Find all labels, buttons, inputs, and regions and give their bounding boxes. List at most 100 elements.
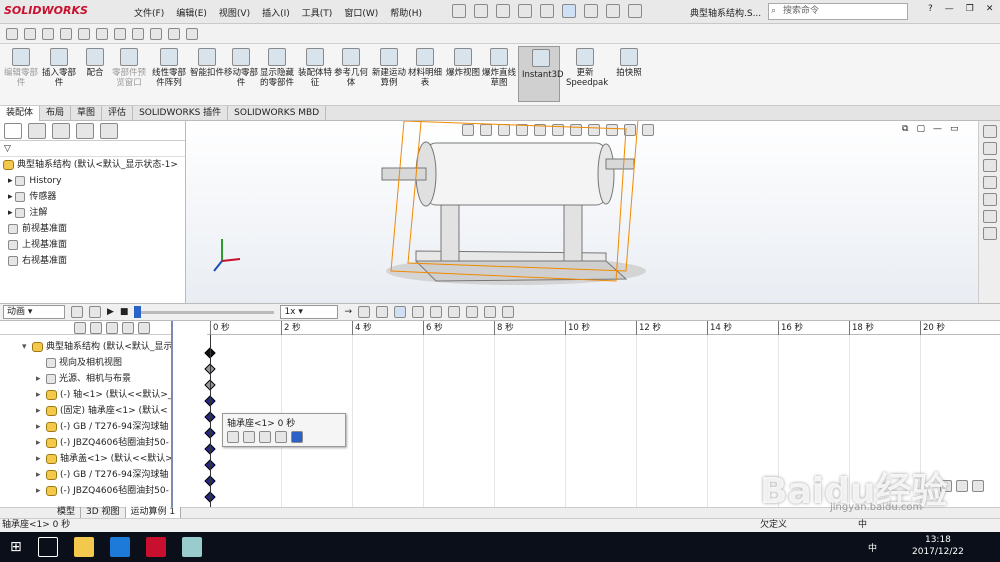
contact-icon[interactable] [465,306,478,318]
motion-tree-row[interactable]: 视向及相机视图 [0,355,171,371]
zoom-out-timeline-icon[interactable] [972,480,984,492]
expand-arrow-icon[interactable]: ▸ [8,208,15,218]
view-icon[interactable] [168,27,180,40]
motion-tree-row[interactable]: ▸ 光源、相机与布景 [0,371,171,387]
slider-thumb[interactable] [134,305,142,318]
settings-icon[interactable] [78,27,90,40]
print-icon[interactable] [518,4,532,18]
minimize-button[interactable]: — [945,4,954,14]
shaded-icon[interactable] [186,27,198,40]
smart-dimension-icon[interactable] [24,27,36,40]
expand-arrow-icon[interactable]: ▸ [36,403,46,419]
add-key-icon[interactable] [411,306,424,318]
menu-item[interactable]: 插入(I) [262,6,290,19]
playback-slider[interactable] [134,305,275,318]
expand-arrow-icon[interactable]: ▸ [8,192,15,202]
file-explorer-icon[interactable] [982,159,997,172]
document-tab[interactable]: 3D 视图 [81,507,126,518]
ribbon-button[interactable]: 参考几何体 [332,48,370,88]
configuration-manager-tab-icon[interactable] [52,122,70,139]
playback-mode-icon[interactable]: → [344,307,352,317]
command-tab[interactable]: 草图 [71,105,103,121]
study-type-select[interactable]: 动画 ▾ [3,305,65,319]
dimxpert-tab-icon[interactable] [76,122,94,139]
autokey-icon[interactable] [393,306,406,318]
view-palette-icon[interactable] [982,176,997,189]
file-explorer-taskbar-icon[interactable] [73,537,94,557]
autofit-icon[interactable] [138,321,150,334]
save-animation-icon[interactable] [357,306,370,318]
help-button[interactable]: ? [928,4,933,14]
save-icon[interactable] [496,4,510,18]
tree-item[interactable]: ▸ 传感器 [0,189,185,205]
motion-tree-row[interactable]: ▸ (-) JBZQ4606毡圈油封50- [0,435,171,451]
status-ime[interactable]: 中 [858,519,867,532]
ribbon-button[interactable]: 插入零部件 [40,48,78,88]
ribbon-button[interactable]: 零部件预览窗口 [110,48,148,88]
study-properties-icon[interactable] [501,306,514,318]
expand-arrow-icon[interactable]: ▾ [22,339,32,355]
expand-arrow-icon[interactable]: ▸ [36,467,46,483]
sketch-icon[interactable] [6,27,18,40]
motion-tree-row[interactable]: ▸ (固定) 轴承座<1> (默认< [0,403,171,419]
time-bar[interactable] [210,335,211,507]
motion-tree-row[interactable]: ▸ 轴承盖<1> (默认<<默认> [0,451,171,467]
3d-model-view[interactable] [186,121,978,303]
tree-item[interactable]: ▸ 注解 [0,205,185,221]
expand-arrow-icon[interactable]: ▸ [8,176,15,186]
menu-item[interactable]: 编辑(E) [176,6,207,19]
ribbon-button[interactable]: 爆炸直线草图 [480,48,518,88]
tree-root[interactable]: 典型轴系结构 (默认<默认_显示状态-1> [0,157,185,173]
ribbon-button[interactable]: 新建运动算例 [370,48,408,88]
expand-arrow-icon[interactable]: ▸ [36,371,46,387]
undo-icon[interactable] [540,4,554,18]
display-icon[interactable] [96,27,108,40]
animation-wizard-icon[interactable] [375,306,388,318]
tree-item[interactable]: 上视基准面 [0,237,185,253]
taskbar-ime[interactable]: 中 [868,541,877,554]
menu-item[interactable]: 窗口(W) [344,6,378,19]
layer-icon[interactable] [42,27,54,40]
search-command-input[interactable]: ⌕ 搜索命令 [768,3,908,20]
close-button[interactable]: ✕ [986,4,994,14]
command-tab[interactable]: 评估 [102,105,134,121]
zoom-icon[interactable] [150,27,162,40]
open-icon[interactable] [474,4,488,18]
command-tab[interactable]: 装配体 [0,105,41,121]
ribbon-button[interactable]: 智能扣件 [188,48,226,78]
ribbon-button[interactable]: 编辑零部件 [2,48,40,88]
design-library-icon[interactable] [982,142,997,155]
filter-driving-icon[interactable] [90,321,102,334]
menu-item[interactable]: 帮助(H) [390,6,422,19]
gravity-icon[interactable] [483,306,496,318]
playback-speed-select[interactable]: 1x ▾ [280,305,339,319]
edge-icon[interactable] [109,537,130,557]
ribbon-button[interactable]: Instant3D [518,46,564,102]
grid-icon[interactable] [60,27,72,40]
ribbon-button[interactable]: 装配体特征 [296,48,334,88]
solidworks-logo[interactable]: SOLIDWORKS [4,4,88,17]
ribbon-button[interactable]: 配合 [76,48,114,78]
motion-tree-row[interactable]: ▸ (-) GB / T276-94深沟球轴 [0,467,171,483]
command-tab[interactable]: SOLIDWORKS 插件 [133,105,229,121]
ribbon-button[interactable]: 移动零部件 [222,48,260,88]
motor-icon[interactable] [429,306,442,318]
property-manager-tab-icon[interactable] [28,122,46,139]
tree-item[interactable]: 前视基准面 [0,221,185,237]
custom-properties-icon[interactable] [982,210,997,223]
solidworks-taskbar-icon[interactable] [145,537,166,557]
ribbon-button[interactable]: 显示隐藏的零部件 [258,48,296,88]
options-gear-icon[interactable] [628,4,642,18]
ribbon-button[interactable]: 爆炸视图 [444,48,482,78]
ribbon-button[interactable]: 更新Speedpak [566,48,608,88]
document-tab[interactable]: 模型 [52,507,82,518]
filter-results-icon[interactable] [122,321,134,334]
zoom-in-timeline-icon[interactable] [956,480,968,492]
filter-selected-icon[interactable] [106,321,118,334]
forum-icon[interactable] [982,227,997,240]
traffic-light-icon[interactable] [584,4,598,18]
motion-tree-row[interactable]: ▸ (-) GB / T276-94深沟球轴 [0,419,171,435]
new-document-icon[interactable] [452,4,466,18]
menu-item[interactable]: 文件(F) [134,6,164,19]
menu-item[interactable]: 工具(T) [302,6,333,19]
